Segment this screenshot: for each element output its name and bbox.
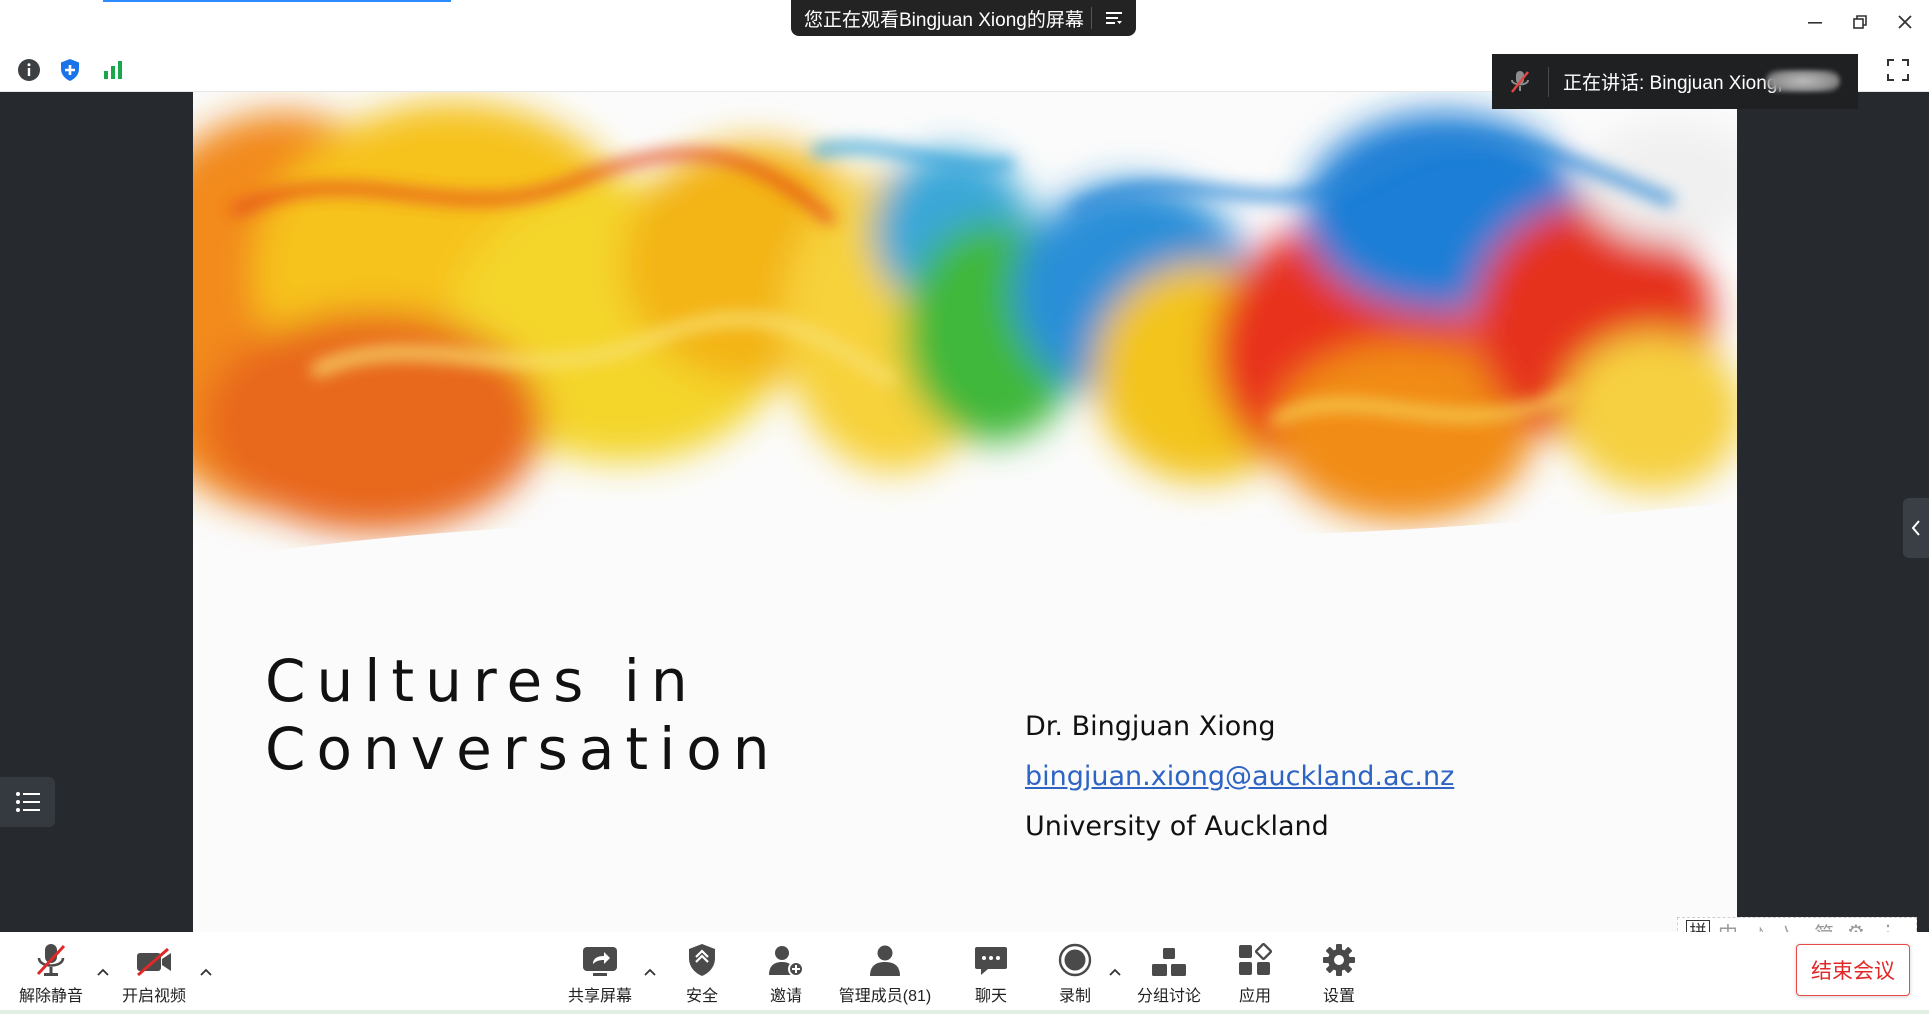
share-screen-label: 共享屏幕 — [567, 988, 632, 1005]
gear-icon — [1322, 932, 1356, 980]
slide-title-line-2: Conversation — [265, 715, 781, 783]
microphone-muted-icon — [1492, 69, 1548, 95]
close-icon — [1898, 15, 1912, 29]
invite-button[interactable]: 邀请 — [756, 932, 816, 1014]
apps-icon — [1238, 932, 1272, 980]
shield-icon — [687, 932, 717, 980]
active-speaker-name: 正在讲话: Bingjuan Xiong; — [1563, 73, 1783, 94]
chat-bubble-icon — [974, 932, 1008, 980]
apps-label: 应用 — [1238, 988, 1271, 1005]
menu-icon[interactable] — [1092, 10, 1136, 26]
speaker-divider — [1548, 66, 1549, 97]
share-banner-text: 您正在观看Bingjuan Xiong的屏幕 — [804, 9, 1084, 31]
close-button[interactable] — [1883, 6, 1927, 38]
active-speaker-indicator: 正在讲话: Bingjuan Xiong; — [1492, 54, 1858, 109]
share-options-caret[interactable] — [640, 962, 660, 982]
list-icon — [15, 792, 40, 812]
collapse-panel-button[interactable] — [1903, 498, 1929, 558]
video-off-icon — [135, 932, 173, 980]
record-button[interactable]: 录制 — [1045, 932, 1105, 1014]
author-email-link[interactable]: bingjuan.xiong@auckland.ac.nz — [1025, 752, 1454, 802]
apps-button[interactable]: 应用 — [1225, 932, 1285, 1014]
participants-icon — [868, 932, 902, 980]
meeting-toolbar: 解除静音 开启视频 共享屏幕 安全 邀请 管理成员(81) 聊天 录制 分组讨论… — [0, 932, 1929, 1014]
chevron-up-icon — [200, 968, 212, 976]
add-user-icon — [768, 932, 804, 980]
title-accent-line — [103, 0, 451, 2]
restore-button[interactable] — [1838, 6, 1882, 38]
ink-cloud-image — [193, 92, 1737, 562]
minimize-icon — [1808, 22, 1822, 24]
unmute-button[interactable]: 解除静音 — [15, 932, 87, 1014]
security-button[interactable]: 安全 — [672, 932, 732, 1014]
author-affiliation: University of Auckland — [1025, 811, 1329, 842]
settings-label: 设置 — [1322, 988, 1355, 1005]
fullscreen-icon[interactable] — [1883, 55, 1913, 85]
shield-icon[interactable] — [55, 55, 85, 85]
blurred-name-overlay — [1766, 70, 1840, 92]
breakout-rooms-label: 分组讨论 — [1136, 988, 1201, 1005]
video-options-caret[interactable] — [196, 962, 216, 982]
shared-slide: Cultures in Conversation Dr. Bingjuan Xi… — [193, 92, 1737, 932]
minimize-button[interactable] — [1793, 6, 1837, 38]
chevron-up-icon — [97, 968, 109, 976]
title-bar: 您正在观看Bingjuan Xiong的屏幕 — [0, 0, 1929, 46]
share-screen-icon — [581, 932, 619, 980]
audio-options-caret[interactable] — [93, 962, 113, 982]
start-video-label: 开启视频 — [121, 988, 186, 1005]
info-icon[interactable] — [14, 55, 44, 85]
list-toggle-button[interactable] — [0, 777, 55, 827]
chevron-left-icon — [1911, 520, 1920, 536]
security-label: 安全 — [685, 988, 718, 1005]
share-screen-button[interactable]: 共享屏幕 — [562, 932, 638, 1014]
unmute-label: 解除静音 — [18, 988, 83, 1005]
participants-label: 管理成员(81) — [838, 988, 932, 1005]
restore-icon — [1853, 15, 1867, 29]
end-meeting-button[interactable]: 结束会议 — [1796, 944, 1910, 996]
breakout-rooms-button[interactable]: 分组讨论 — [1129, 932, 1209, 1014]
author-block: Dr. Bingjuan Xiong bingjuan.xiong@auckla… — [1025, 702, 1454, 852]
slide-title-line-1: Cultures in — [265, 647, 699, 715]
microphone-muted-icon — [35, 932, 67, 980]
chevron-up-icon — [644, 968, 656, 976]
chat-button[interactable]: 聊天 — [961, 932, 1021, 1014]
author-name: Dr. Bingjuan Xiong — [1025, 711, 1276, 742]
signal-bars-icon[interactable] — [98, 55, 128, 85]
breakout-rooms-icon — [1151, 932, 1187, 980]
slide-title: Cultures in Conversation — [265, 647, 780, 783]
invite-label: 邀请 — [769, 988, 802, 1005]
record-options-caret[interactable] — [1105, 962, 1125, 982]
record-label: 录制 — [1058, 988, 1091, 1005]
participants-button[interactable]: 管理成员(81) — [835, 932, 935, 1014]
record-icon — [1058, 932, 1092, 980]
chevron-up-icon — [1109, 968, 1121, 976]
screen-share-banner[interactable]: 您正在观看Bingjuan Xiong的屏幕 — [791, 0, 1136, 36]
chat-label: 聊天 — [974, 988, 1007, 1005]
settings-button[interactable]: 设置 — [1309, 932, 1369, 1014]
toolbar-bottom-line — [0, 1010, 1929, 1014]
start-video-button[interactable]: 开启视频 — [118, 932, 190, 1014]
